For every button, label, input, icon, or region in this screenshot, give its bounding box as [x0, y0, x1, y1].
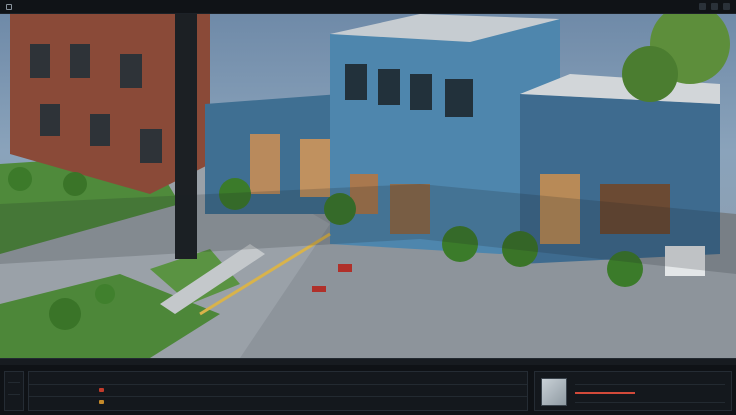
tree	[622, 46, 678, 102]
bush	[95, 284, 115, 304]
preview-thumbnail[interactable]	[541, 378, 567, 406]
timeline-panel	[0, 358, 736, 415]
bush	[63, 172, 87, 196]
window	[120, 54, 142, 88]
window-controls	[699, 3, 730, 10]
preview-panel	[534, 371, 732, 411]
render-viewport[interactable]	[0, 14, 736, 358]
accent-bar	[575, 392, 635, 394]
title-bar	[0, 0, 736, 14]
garage-door	[250, 134, 280, 194]
window	[378, 69, 400, 105]
window	[70, 44, 90, 78]
window	[410, 74, 432, 110]
road-object	[338, 264, 352, 272]
window	[140, 129, 162, 163]
window	[30, 44, 50, 78]
track-marker[interactable]	[99, 388, 104, 392]
bush	[8, 167, 32, 191]
track-marker[interactable]	[99, 400, 104, 404]
window	[345, 64, 367, 100]
scene-illustration	[0, 14, 736, 358]
window	[40, 104, 60, 136]
minimize-button[interactable]	[699, 3, 706, 10]
window	[445, 79, 473, 117]
timeline-scrubber[interactable]	[0, 359, 736, 365]
window	[90, 114, 110, 146]
close-button[interactable]	[723, 3, 730, 10]
tool-column	[4, 371, 24, 411]
app-icon	[6, 3, 12, 10]
bush	[49, 298, 81, 330]
road-object	[312, 286, 326, 292]
track-list[interactable]	[28, 371, 528, 411]
maximize-button[interactable]	[711, 3, 718, 10]
garage-door	[300, 139, 332, 197]
